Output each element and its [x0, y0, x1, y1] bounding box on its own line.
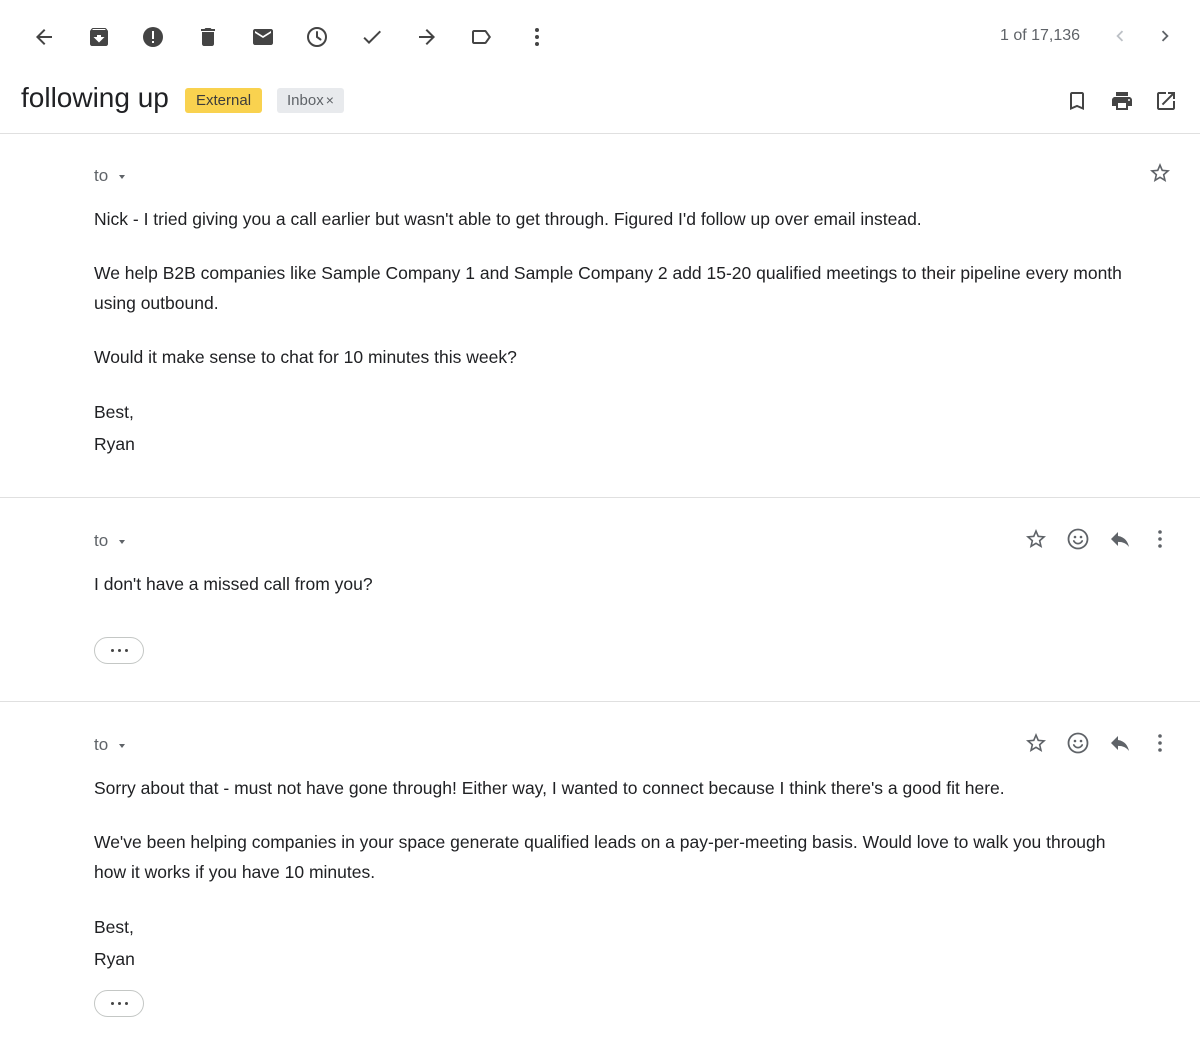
dot-icon: [117, 649, 121, 652]
emoji-reaction-icon[interactable]: [1063, 524, 1093, 554]
dot-icon: [117, 1002, 121, 1005]
show-trimmed-content-button[interactable]: [94, 637, 144, 664]
subject-header: following up External Inbox ×: [0, 72, 1200, 134]
paragraph: I don't have a missed call from you?: [94, 574, 373, 594]
message-body: Sorry about that - must not have gone th…: [94, 773, 1134, 975]
to-label: to: [94, 531, 109, 550]
snooze-icon[interactable]: [298, 18, 336, 56]
to-label: to: [94, 735, 109, 754]
paragraph: Nick - I tried giving you a call earlier…: [94, 209, 922, 229]
recipient-details-caret-icon[interactable]: [119, 540, 126, 544]
signature-line: Ryan: [94, 949, 135, 969]
delete-icon[interactable]: [189, 18, 227, 56]
show-trimmed-content-button[interactable]: [94, 990, 144, 1017]
print-icon[interactable]: [1107, 86, 1137, 116]
paragraph: We've been helping companies in your spa…: [94, 832, 1106, 882]
signature-line: Best,: [94, 917, 134, 937]
toolbar: 1 of 17,136: [0, 0, 1200, 72]
dot-icon: [110, 649, 114, 652]
back-arrow-icon[interactable]: [25, 18, 63, 56]
emoji-reaction-icon[interactable]: [1063, 728, 1093, 758]
message-2: to I don't have a missed call from you?: [0, 499, 1200, 702]
more-vert-icon[interactable]: [1145, 524, 1175, 554]
recipient-details-caret-icon[interactable]: [119, 175, 126, 179]
recipient-details-caret-icon[interactable]: [119, 744, 126, 748]
label-chip-inbox-text: Inbox: [287, 92, 324, 109]
bookmark-icon[interactable]: [1062, 86, 1092, 116]
label-icon[interactable]: [463, 18, 501, 56]
older-chevron-icon[interactable]: [1151, 22, 1179, 50]
more-vert-icon[interactable]: [1145, 728, 1175, 758]
newer-chevron-icon[interactable]: [1106, 22, 1134, 50]
recipient-line[interactable]: to: [94, 166, 126, 186]
mark-done-icon[interactable]: [353, 18, 391, 56]
paragraph: Would it make sense to chat for 10 minut…: [94, 347, 517, 367]
reply-icon[interactable]: [1105, 524, 1135, 554]
dot-icon: [110, 1002, 114, 1005]
more-vert-icon[interactable]: [518, 18, 556, 56]
email-subject: following up: [21, 82, 169, 113]
signature-line: Best,: [94, 402, 134, 422]
to-label: to: [94, 166, 109, 185]
report-spam-icon[interactable]: [134, 18, 172, 56]
dot-icon: [124, 649, 128, 652]
pager-count: 1 of 17,136: [1000, 27, 1081, 44]
recipient-line[interactable]: to: [94, 531, 126, 551]
star-icon[interactable]: [1021, 728, 1051, 758]
star-icon[interactable]: [1021, 524, 1051, 554]
paragraph: We help B2B companies like Sample Compan…: [94, 263, 1122, 313]
signature-line: Ryan: [94, 434, 135, 454]
remove-label-icon[interactable]: ×: [326, 92, 334, 108]
message-body: I don't have a missed call from you?: [94, 569, 1134, 623]
paragraph: Sorry about that - must not have gone th…: [94, 778, 1005, 798]
message-1: to Nick - I tried giving you a call earl…: [0, 135, 1200, 498]
recipient-line[interactable]: to: [94, 735, 126, 755]
forward-arrow-icon[interactable]: [408, 18, 446, 56]
dot-icon: [124, 1002, 128, 1005]
reply-icon[interactable]: [1105, 728, 1135, 758]
label-chip-external: External: [185, 88, 263, 113]
message-3: to Sorry about that - must not have gone…: [0, 703, 1200, 1055]
archive-icon[interactable]: [80, 18, 118, 56]
open-new-window-icon[interactable]: [1151, 86, 1181, 116]
label-chip-inbox[interactable]: Inbox ×: [277, 88, 344, 113]
star-icon[interactable]: [1145, 158, 1175, 188]
message-body: Nick - I tried giving you a call earlier…: [94, 204, 1134, 460]
mark-unread-icon[interactable]: [244, 18, 282, 56]
